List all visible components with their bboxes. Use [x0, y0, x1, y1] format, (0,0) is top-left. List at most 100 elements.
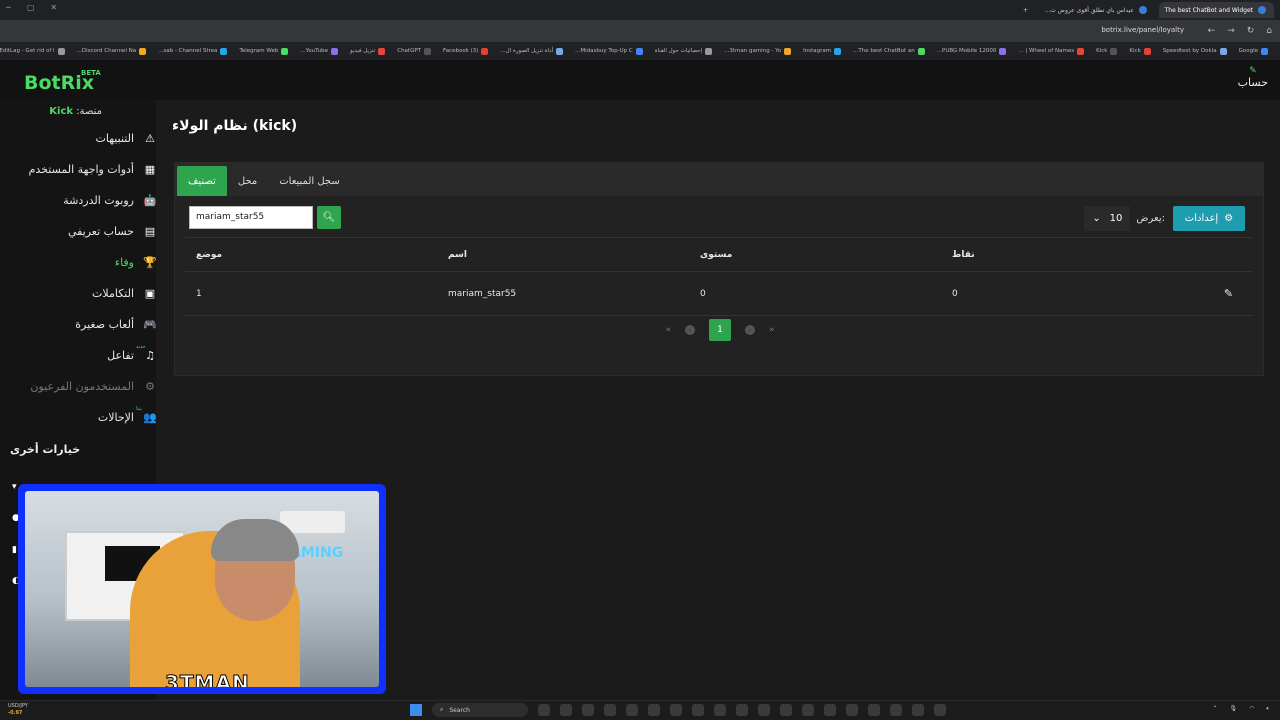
taskbar-search[interactable]: ⌕ Search	[432, 703, 528, 717]
other-options-heading[interactable]: خيارات أخرى	[0, 433, 156, 456]
app-icon[interactable]	[538, 704, 550, 716]
tab-sales-log[interactable]: سجل المبيعات	[268, 166, 351, 196]
page-size-select[interactable]: ⌄ 10	[1084, 206, 1131, 231]
sidebar-item-interaction[interactable]: تفاعل ♫ جديد	[0, 340, 156, 371]
home-icon[interactable]: ⌂	[1266, 26, 1272, 36]
bookmark-label: sab - Channel Strea...	[158, 48, 218, 54]
sidebar-item-sub-users[interactable]: المستخدمون الفرعيون ⚙	[0, 371, 156, 402]
new-tab-icon[interactable]: +	[1015, 2, 1036, 18]
close-window-icon[interactable]: ✕	[50, 3, 57, 12]
app-icon[interactable]	[824, 704, 836, 716]
edit-row-button[interactable]: ✎	[1193, 287, 1253, 300]
browser-tab-active[interactable]: The best ChatBot and Widget ×	[1159, 2, 1274, 18]
ticker-widget[interactable]: USD/JPY -0.97	[8, 703, 28, 717]
app-icon[interactable]	[560, 704, 572, 716]
bookmark-item[interactable]: Google	[1239, 47, 1268, 55]
app-icon[interactable]	[692, 704, 704, 716]
bookmark-item[interactable]: YouTube...	[300, 47, 339, 55]
streamer-headset	[211, 519, 299, 561]
bookmark-item[interactable]: Wheel of Names | ...	[1018, 47, 1085, 55]
app-icon[interactable]	[846, 704, 858, 716]
col-position[interactable]: موضع	[185, 250, 437, 260]
app-icon[interactable]	[714, 704, 726, 716]
platform-label: منصة:	[76, 106, 102, 117]
sidebar-item-referrals[interactable]: الإحالات 👥 بيتا	[0, 402, 157, 433]
app-icon[interactable]	[582, 704, 594, 716]
sidebar-item-alerts[interactable]: التنبيهات ⚠	[0, 123, 156, 154]
cell-name: mariam_star55	[448, 288, 517, 299]
app-icon[interactable]	[890, 704, 902, 716]
sidebar-item-integrations[interactable]: التكاملات ▣	[0, 278, 156, 309]
last-page-icon[interactable]: »	[769, 325, 775, 335]
minimize-icon[interactable]: ─	[6, 3, 11, 12]
next-page-icon[interactable]: ›	[745, 325, 755, 335]
reload-icon[interactable]: ↻	[1247, 26, 1255, 36]
sidebar-item-widgets[interactable]: أدوات واجهة المستخدم ▦	[0, 154, 156, 185]
bookmark-item[interactable]: Telegram Web	[239, 47, 289, 55]
maximize-icon[interactable]: ▢	[27, 3, 35, 12]
account-button[interactable]: ✎ حساب	[1238, 66, 1268, 89]
app-icon[interactable]	[780, 704, 792, 716]
microphone-icon[interactable]: 🎙︎	[1230, 705, 1238, 713]
bookmark-item[interactable]: sab - Channel Strea...	[158, 47, 228, 55]
bookmark-item[interactable]: Kick	[1096, 47, 1118, 55]
app-icon[interactable]	[670, 704, 682, 716]
bookmark-item[interactable]: Kick	[1129, 47, 1151, 55]
bookmark-item[interactable]: تنزيل فيديو	[350, 47, 386, 55]
back-icon[interactable]: ←	[1208, 26, 1216, 36]
current-page-button[interactable]: 1	[709, 319, 731, 341]
sidebar-item-mini-games[interactable]: ألعاب صغيرة 🎮	[0, 309, 157, 340]
app-icon[interactable]	[802, 704, 814, 716]
col-points[interactable]: نقاط	[941, 250, 1193, 260]
platform-value[interactable]: Kick	[49, 106, 73, 117]
bookmark-item[interactable]: Speedtest by Ookla	[1163, 47, 1227, 55]
bookmark-item[interactable]: إحصائيات حول القناة	[655, 47, 713, 55]
bookmark-favicon-icon	[635, 47, 643, 55]
app-icon[interactable]	[912, 704, 924, 716]
wifi-icon[interactable]: ◠	[1249, 705, 1254, 713]
bookmark-item[interactable]: The best ChatBot an...	[853, 47, 925, 55]
app-icon[interactable]	[626, 704, 638, 716]
sidebar-item-profile[interactable]: حساب تعريفي ▤	[0, 216, 156, 247]
bookmark-item[interactable]: EditLag - Get rid of l...	[0, 47, 65, 55]
browser-chrome: ─ ▢ ✕ The best ChatBot and Widget × عيدا…	[0, 0, 1280, 60]
prev-page-icon[interactable]: ‹	[685, 325, 695, 335]
bookmark-favicon-icon	[139, 47, 147, 55]
search-input[interactable]: mariam_star55	[189, 206, 313, 229]
sidebar-item-loyalty[interactable]: وفاء 🏆	[0, 247, 157, 278]
app-icon[interactable]	[868, 704, 880, 716]
bookmark-item[interactable]: Midasbuy Top-Up C...	[575, 47, 643, 55]
windows-start-icon[interactable]	[410, 704, 422, 716]
bookmark-item[interactable]: Discord Channel Na...	[77, 47, 147, 55]
bookmark-favicon-icon	[424, 47, 432, 55]
bookmark-item[interactable]: (3) Facebook	[443, 47, 489, 55]
chevron-up-icon[interactable]: ⌃	[1212, 705, 1217, 713]
app-icon[interactable]	[604, 704, 616, 716]
url-input[interactable]: botrix.live/panel/loyalty	[1101, 26, 1184, 34]
sidebar-item-chatbot[interactable]: روبوت الدردشة 🤖	[0, 185, 157, 216]
search-button[interactable]: 🔍︎	[317, 206, 341, 229]
bookmark-label: YouTube...	[300, 48, 329, 54]
bookmark-label: (3) Facebook	[443, 48, 479, 54]
forward-icon[interactable]: →	[1227, 26, 1235, 36]
col-name[interactable]: اسم	[437, 250, 689, 260]
close-tab-icon[interactable]: ×	[1159, 6, 1160, 15]
bookmark-item[interactable]: 3tman gaming - Yo...	[724, 47, 792, 55]
app-icon[interactable]	[648, 704, 660, 716]
settings-button[interactable]: إعدادات ⚙	[1173, 206, 1245, 231]
tab-shop[interactable]: محل	[227, 166, 268, 196]
app-icon[interactable]	[736, 704, 748, 716]
app-icon[interactable]	[934, 704, 946, 716]
bookmark-item[interactable]: Instagram	[803, 47, 842, 55]
browser-tab[interactable]: عيداس باي تطلق أقوى عروض ت... ×	[1040, 2, 1155, 18]
tab-ranking[interactable]: تصنيف	[177, 166, 227, 196]
app-icon[interactable]	[758, 704, 770, 716]
bookmark-item[interactable]: أداة تنزيل الصورة ال...	[500, 47, 564, 55]
first-page-icon[interactable]: «	[665, 325, 671, 335]
bookmark-item[interactable]: ChatGPT	[397, 47, 432, 55]
gear-icon: ⚙	[145, 380, 155, 393]
new-badge: بيتا	[136, 406, 142, 412]
col-level[interactable]: مستوى	[689, 250, 941, 260]
speaker-icon[interactable]: 🔈︎	[1266, 705, 1270, 713]
bookmark-item[interactable]: PUBG Mobile 12000...	[937, 47, 1007, 55]
